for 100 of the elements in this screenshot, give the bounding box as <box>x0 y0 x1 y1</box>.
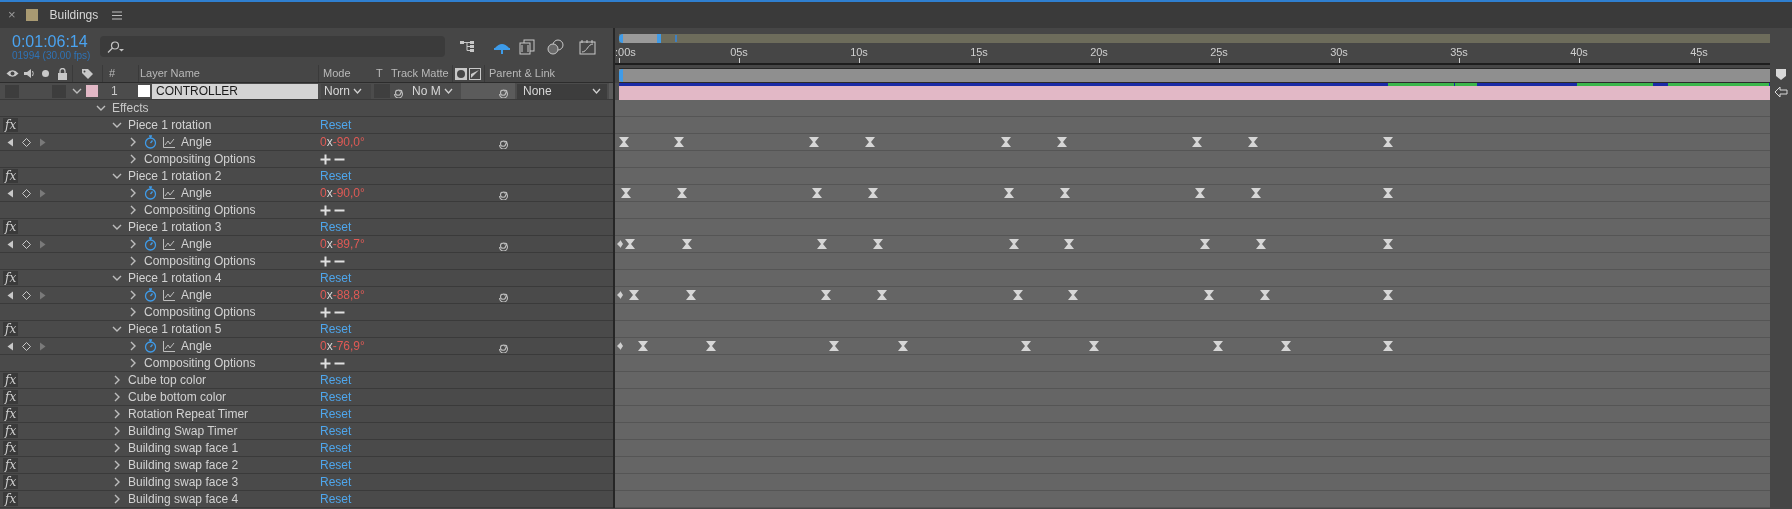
stopwatch-icon[interactable] <box>144 186 157 200</box>
keyframe-icon[interactable] <box>706 341 716 351</box>
chevron-right-icon[interactable] <box>112 460 122 470</box>
plus-icon[interactable] <box>320 153 331 165</box>
fx-badge[interactable]: fx <box>3 118 19 132</box>
chevron-right-icon[interactable] <box>128 290 138 300</box>
chevron-down-icon[interactable] <box>112 120 122 130</box>
graph-icon[interactable] <box>163 136 175 148</box>
diamond-icon[interactable] <box>22 341 31 351</box>
chevron-right-icon[interactable] <box>128 188 138 198</box>
track-matte-dropdown[interactable]: No M <box>409 83 456 99</box>
keyframe-icon[interactable] <box>1213 341 1223 351</box>
toggle-box[interactable] <box>52 84 66 98</box>
tag-icon[interactable] <box>81 67 94 80</box>
reset-link[interactable]: Reset <box>320 439 352 457</box>
chevron-right-icon[interactable] <box>112 443 122 453</box>
keyframe-icon[interactable] <box>1251 188 1261 198</box>
angle-value[interactable]: 0x-76,9° <box>320 337 365 355</box>
keyframe-icon[interactable] <box>1383 341 1393 351</box>
keyframe-icon[interactable] <box>1383 137 1393 147</box>
time-ruler[interactable]: :00s 05s 10s 15s 20s 25s 30s 35s 40s 45s <box>615 46 1770 65</box>
stopwatch-icon[interactable] <box>144 135 157 149</box>
graph-icon[interactable] <box>163 289 175 301</box>
arrow-icon[interactable] <box>1774 85 1788 98</box>
reset-link[interactable]: Reset <box>320 405 352 423</box>
circles-icon[interactable] <box>547 38 564 55</box>
keyframe-icon[interactable] <box>1192 137 1202 147</box>
plus-icon[interactable] <box>320 357 331 369</box>
chevron-right-icon[interactable] <box>128 205 138 215</box>
mode-dropdown[interactable]: Norn <box>321 83 371 99</box>
reset-link[interactable]: Reset <box>320 320 352 338</box>
chevron-right-icon[interactable] <box>128 137 138 147</box>
keyframe-icon[interactable] <box>877 290 887 300</box>
speaker-icon[interactable] <box>23 68 35 79</box>
keyframe-icon[interactable] <box>625 239 635 249</box>
fx-badge[interactable]: fx <box>3 220 19 234</box>
fx-badge[interactable]: fx <box>3 424 19 438</box>
keyframe-icon[interactable] <box>1064 239 1074 249</box>
chevron-down-icon[interactable] <box>96 103 106 113</box>
chevron-right-icon[interactable] <box>128 307 138 317</box>
keyframe-icon[interactable] <box>1248 137 1258 147</box>
reset-link[interactable]: Reset <box>320 456 352 474</box>
chevron-right-icon[interactable] <box>128 341 138 351</box>
keyframe-icon[interactable] <box>865 137 875 147</box>
layer-name-field[interactable]: CONTROLLER <box>152 83 318 99</box>
chevron-down-icon[interactable] <box>112 273 122 283</box>
keyframe-icon[interactable] <box>1256 239 1266 249</box>
fx-badge[interactable]: fx <box>3 271 19 285</box>
label-swatch[interactable] <box>86 85 98 97</box>
diamond-icon[interactable] <box>22 290 31 300</box>
keyframe-icon[interactable] <box>829 341 839 351</box>
previous-arrow-icon[interactable] <box>7 137 14 147</box>
keyframe-icon[interactable] <box>1195 188 1205 198</box>
keyframe-icon[interactable] <box>812 188 822 198</box>
keyframe-icon[interactable] <box>1009 239 1019 249</box>
keyframe-icon[interactable] <box>1200 239 1210 249</box>
graph-icon[interactable] <box>163 187 175 199</box>
fx-badge[interactable]: fx <box>3 169 19 183</box>
previous-arrow-icon[interactable] <box>7 188 14 198</box>
reset-link[interactable]: Reset <box>320 490 352 508</box>
parent-dropdown[interactable]: None <box>517 83 607 99</box>
diamond-icon[interactable] <box>22 188 31 198</box>
angle-value[interactable]: 0x-90,0° <box>320 184 365 202</box>
chevron-right-icon[interactable] <box>112 426 122 436</box>
stopwatch-icon[interactable] <box>144 237 157 251</box>
keyframe-icon[interactable] <box>621 188 631 198</box>
reset-link[interactable]: Reset <box>320 116 352 134</box>
chevron-right-icon[interactable] <box>128 154 138 164</box>
search-field[interactable] <box>100 36 445 57</box>
timecode[interactable]: 0:01:06:14 <box>12 32 98 50</box>
keyframe-icon[interactable] <box>1068 290 1078 300</box>
chevron-right-icon[interactable] <box>128 358 138 368</box>
reset-link[interactable]: Reset <box>320 388 352 406</box>
keyframe-icon[interactable] <box>1383 290 1393 300</box>
close-button[interactable]: × <box>8 5 16 25</box>
previous-arrow-icon[interactable] <box>7 290 14 300</box>
eye-icon[interactable] <box>6 69 19 78</box>
reset-link[interactable]: Reset <box>320 371 352 389</box>
graph-editor-icon[interactable] <box>579 38 596 55</box>
fx-badge[interactable]: fx <box>3 441 19 455</box>
keyframe-icon[interactable] <box>677 188 687 198</box>
keyframe-icon[interactable] <box>682 239 692 249</box>
fx-badge[interactable]: fx <box>3 390 19 404</box>
reset-link[interactable]: Reset <box>320 473 352 491</box>
reset-link[interactable]: Reset <box>320 269 352 287</box>
diamond-icon[interactable] <box>22 239 31 249</box>
keyframe-icon[interactable] <box>1060 188 1070 198</box>
fx-badge[interactable]: fx <box>3 492 19 506</box>
chevron-right-icon[interactable] <box>112 494 122 504</box>
fx-badge[interactable]: fx <box>3 322 19 336</box>
previous-arrow-icon[interactable] <box>7 341 14 351</box>
reset-link[interactable]: Reset <box>320 218 352 236</box>
flowchart-icon[interactable] <box>459 38 477 55</box>
fx-badge[interactable]: fx <box>3 407 19 421</box>
fx-badge[interactable]: fx <box>3 475 19 489</box>
previous-arrow-icon[interactable] <box>7 239 14 249</box>
keyframe-icon[interactable] <box>1260 290 1270 300</box>
lock-icon[interactable] <box>57 67 68 80</box>
chevron-right-icon[interactable] <box>128 256 138 266</box>
pen-square-icon[interactable] <box>469 67 481 80</box>
